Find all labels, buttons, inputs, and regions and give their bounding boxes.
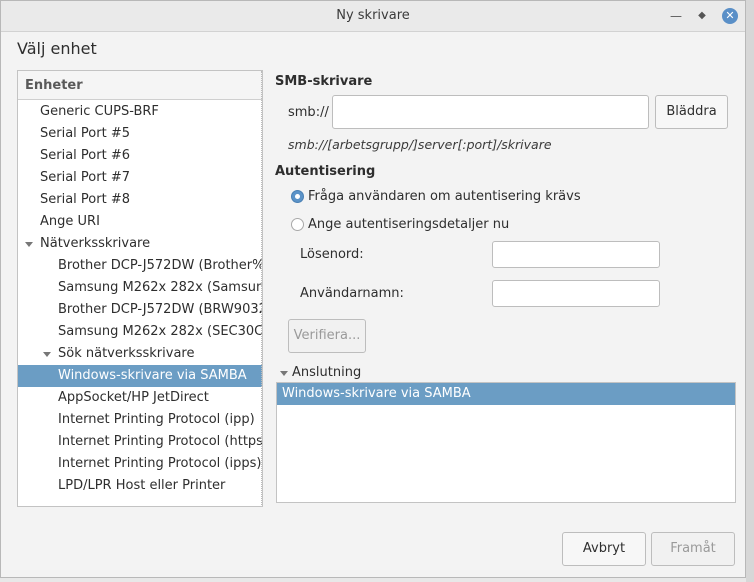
connection-list[interactable]: Windows-skrivare via SAMBA	[276, 382, 736, 503]
connection-expander-icon[interactable]	[280, 371, 288, 376]
devices-column-header[interactable]: Enheter	[18, 71, 262, 100]
list-item-label: Generic CUPS-BRF	[40, 104, 159, 119]
username-label: Användarnamn:	[300, 286, 404, 301]
list-item[interactable]: Samsung M262x 282x (SEC30CDA71)	[18, 321, 263, 343]
browse-button[interactable]: Bläddra	[655, 95, 728, 129]
radio-ask-auth[interactable]	[291, 190, 304, 203]
smb-prefix-label: smb://	[288, 105, 329, 120]
list-item-label: Windows-skrivare via SAMBA	[58, 368, 247, 383]
list-item[interactable]: Brother DCP-J572DW (Brother%20DCP-J572DW…	[18, 255, 262, 277]
list-item[interactable]: Serial Port #5	[18, 123, 262, 145]
list-item[interactable]: Internet Printing Protocol (ipp)	[18, 409, 262, 431]
list-item[interactable]: Nätverksskrivare	[18, 233, 262, 255]
radio-set-auth[interactable]	[291, 218, 304, 231]
list-item[interactable]: Serial Port #7	[18, 167, 262, 189]
forward-button[interactable]: Framåt	[651, 532, 735, 566]
list-item-label: Sök nätverksskrivare	[58, 346, 195, 361]
list-item-label: Serial Port #8	[40, 192, 130, 207]
devices-list[interactable]: Enheter Generic CUPS-BRF Serial Port #5 Se…	[17, 70, 263, 507]
list-item-label: Samsung M262x 282x (Samsung%20M262x%2028…	[58, 280, 262, 295]
list-item[interactable]: Brother DCP-J572DW (BRW9032483)	[18, 299, 262, 321]
list-item[interactable]: Internet Printing Protocol (ipps)	[18, 453, 262, 475]
list-item[interactable]: AppSocket/HP JetDirect	[18, 387, 262, 409]
page-title: Välj enhet	[17, 39, 97, 58]
background-window-edge	[746, 0, 754, 582]
radio-set-auth-label[interactable]: Ange autentiseringsdetaljer nu	[308, 217, 509, 232]
list-item[interactable]: Windows-skrivare via SAMBA	[277, 383, 735, 405]
connection-title[interactable]: Anslutning	[292, 365, 361, 380]
list-item[interactable]: Samsung M262x 282x (Samsung%20M262x%2028…	[18, 277, 262, 299]
devices-header-label: Enheter	[25, 78, 83, 93]
list-item[interactable]: Serial Port #6	[18, 145, 262, 167]
list-item-label: Serial Port #7	[40, 170, 130, 185]
smb-section-title: SMB-skrivare	[275, 74, 373, 89]
smb-url-hint: smb://[arbetsgrupp/]server[:port]/skriva…	[288, 137, 552, 152]
smb-url-input[interactable]	[332, 95, 649, 129]
list-item[interactable]: Sök nätverksskrivare	[18, 343, 262, 365]
window-title: Ny skrivare	[336, 8, 410, 23]
list-item-label: AppSocket/HP JetDirect	[58, 390, 209, 405]
list-item-label: LPD/LPR Host eller Printer	[58, 478, 226, 493]
list-item[interactable]: Serial Port #8	[18, 189, 262, 211]
auth-section-title: Autentisering	[275, 164, 376, 179]
list-item[interactable]: Ange URI	[18, 211, 262, 233]
list-item-label: Samsung M262x 282x (SEC30CDA71)	[58, 324, 263, 339]
expander-down-icon[interactable]	[25, 242, 33, 247]
expander-down-icon[interactable]	[43, 352, 51, 357]
list-item[interactable]: LPD/LPR Host eller Printer	[18, 475, 262, 497]
verify-button[interactable]: Verifiera...	[288, 319, 366, 353]
cancel-button[interactable]: Avbryt	[562, 532, 646, 566]
list-item-label: Serial Port #6	[40, 148, 130, 163]
list-item-label: Internet Printing Protocol (ipp)	[58, 412, 255, 427]
new-printer-dialog: Ny skrivare — ◆ ✕ Välj enhet Enheter Gen…	[0, 0, 746, 578]
title-bar[interactable]: Ny skrivare — ◆ ✕	[1, 1, 745, 32]
list-item-label: Internet Printing Protocol (https)	[58, 434, 263, 449]
maximize-icon[interactable]: ◆	[693, 7, 711, 25]
list-item-label: Serial Port #5	[40, 126, 130, 141]
list-item[interactable]: Generic CUPS-BRF	[18, 101, 262, 123]
close-icon[interactable]: ✕	[722, 8, 738, 24]
minimize-icon[interactable]: —	[667, 7, 685, 25]
list-scroll-separator	[261, 71, 262, 505]
radio-ask-auth-label[interactable]: Fråga användaren om autentisering krävs	[308, 189, 581, 204]
list-item-label: Brother DCP-J572DW (Brother%20DCP-J572DW…	[58, 258, 262, 273]
list-item-label: Brother DCP-J572DW (BRW9032483)	[58, 302, 262, 317]
list-item-label: Nätverksskrivare	[40, 236, 151, 251]
list-item-label: Internet Printing Protocol (ipps)	[58, 456, 262, 471]
password-field[interactable]	[492, 241, 660, 268]
password-label: Lösenord:	[300, 247, 364, 262]
list-item[interactable]: Windows-skrivare via SAMBA	[18, 365, 262, 387]
username-field[interactable]	[492, 280, 660, 307]
list-item-label: Ange URI	[40, 214, 100, 229]
list-item[interactable]: Internet Printing Protocol (https)	[18, 431, 263, 453]
